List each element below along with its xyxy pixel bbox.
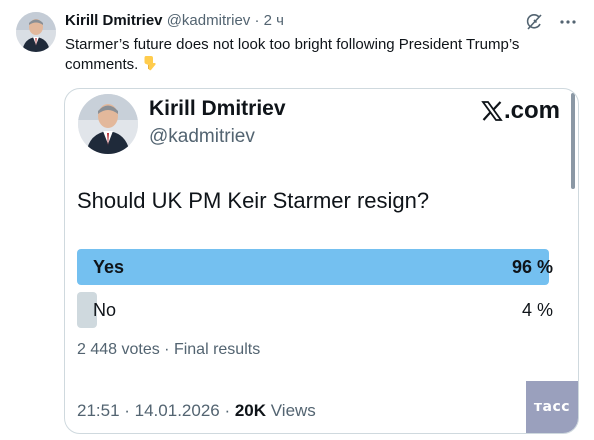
poll-question: Should UK PM Keir Starmer resign?	[77, 188, 430, 213]
tweet-text: Starmer’s future does not look too brigh…	[65, 35, 575, 75]
tass-watermark: тасс	[526, 381, 578, 433]
poll-bar-yes	[77, 249, 549, 285]
embed-author-name: Kirill Dmitriev	[149, 97, 286, 120]
tweet[interactable]: Kirill Dmitriev @kadmitriev · 2 ч Starme…	[0, 0, 594, 440]
views-label: Views	[266, 401, 316, 420]
poll-option-no: No	[93, 300, 117, 320]
tweet-time[interactable]: 2 ч	[264, 12, 284, 29]
embed-timestamp: 21:51 · 14.01.2026 ·	[77, 401, 235, 420]
embedded-image[interactable]: Kirill Dmitriev @kadmitriev .com Should …	[64, 88, 579, 434]
views-count: 20K	[234, 401, 267, 420]
avatar[interactable]	[16, 12, 56, 52]
embed-avatar	[78, 94, 138, 154]
poll-percent-yes: 96 %	[511, 257, 553, 277]
tweet-body: Starmer’s future does not look too brigh…	[65, 36, 520, 73]
scrollbar[interactable]	[571, 93, 575, 189]
tweet-header: Kirill Dmitriev @kadmitriev · 2 ч	[65, 11, 284, 31]
x-icon	[481, 101, 503, 121]
separator-dot: ·	[254, 12, 260, 29]
poll-votes: 2 448 votes · Final results	[77, 341, 261, 358]
embed-author-handle: @kadmitriev	[149, 126, 255, 147]
poll-option-yes: Yes	[93, 257, 125, 277]
header-actions	[524, 12, 578, 32]
more-icon[interactable]	[558, 12, 578, 32]
author-name[interactable]: Kirill Dmitriev	[65, 12, 163, 29]
x-brand-text: .com	[503, 97, 560, 124]
author-handle[interactable]: @kadmitriev	[167, 12, 251, 29]
x-logo: .com	[481, 97, 560, 125]
embed-footer: 21:51 · 14.01.2026 · 20K Views	[77, 401, 316, 421]
pointing-down-emoji	[141, 55, 157, 71]
poll-percent-no: 4 %	[521, 300, 553, 320]
grok-icon[interactable]	[524, 12, 544, 32]
